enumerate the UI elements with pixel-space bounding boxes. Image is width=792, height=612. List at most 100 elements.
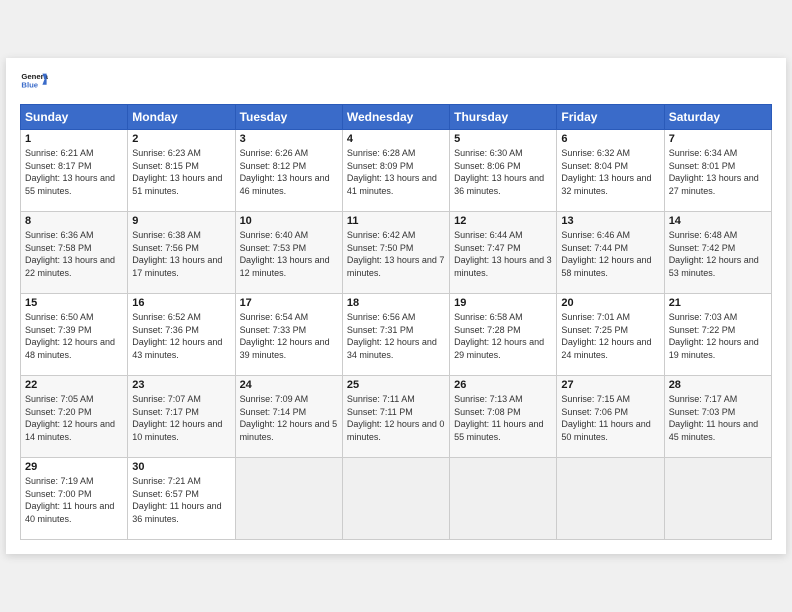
day-number: 29 <box>25 461 123 473</box>
day-cell <box>235 458 342 540</box>
day-number: 26 <box>454 379 552 391</box>
day-number: 23 <box>132 379 230 391</box>
day-number: 8 <box>25 215 123 227</box>
day-cell: 29 Sunrise: 7:19 AMSunset: 7:00 PMDaylig… <box>21 458 128 540</box>
day-number: 25 <box>347 379 445 391</box>
weekday-header-wednesday: Wednesday <box>342 105 449 130</box>
day-info: Sunrise: 7:07 AMSunset: 7:17 PMDaylight:… <box>132 394 222 442</box>
day-info: Sunrise: 6:46 AMSunset: 7:44 PMDaylight:… <box>561 230 651 278</box>
day-number: 2 <box>132 133 230 145</box>
day-number: 27 <box>561 379 659 391</box>
day-cell: 23 Sunrise: 7:07 AMSunset: 7:17 PMDaylig… <box>128 376 235 458</box>
day-cell: 10 Sunrise: 6:40 AMSunset: 7:53 PMDaylig… <box>235 212 342 294</box>
day-info: Sunrise: 6:23 AMSunset: 8:15 PMDaylight:… <box>132 148 222 196</box>
day-cell: 30 Sunrise: 7:21 AMSunset: 6:57 PMDaylig… <box>128 458 235 540</box>
day-cell: 12 Sunrise: 6:44 AMSunset: 7:47 PMDaylig… <box>450 212 557 294</box>
day-info: Sunrise: 6:54 AMSunset: 7:33 PMDaylight:… <box>240 312 330 360</box>
day-info: Sunrise: 7:01 AMSunset: 7:25 PMDaylight:… <box>561 312 651 360</box>
day-cell: 14 Sunrise: 6:48 AMSunset: 7:42 PMDaylig… <box>664 212 771 294</box>
day-info: Sunrise: 7:09 AMSunset: 7:14 PMDaylight:… <box>240 394 338 442</box>
day-info: Sunrise: 7:17 AMSunset: 7:03 PMDaylight:… <box>669 394 758 442</box>
day-number: 5 <box>454 133 552 145</box>
calendar-container: General Blue SundayMondayTuesdayWednesda… <box>6 58 786 554</box>
day-cell: 9 Sunrise: 6:38 AMSunset: 7:56 PMDayligh… <box>128 212 235 294</box>
day-info: Sunrise: 6:44 AMSunset: 7:47 PMDaylight:… <box>454 230 552 278</box>
day-info: Sunrise: 6:50 AMSunset: 7:39 PMDaylight:… <box>25 312 115 360</box>
day-info: Sunrise: 7:05 AMSunset: 7:20 PMDaylight:… <box>25 394 115 442</box>
week-row-2: 8 Sunrise: 6:36 AMSunset: 7:58 PMDayligh… <box>21 212 772 294</box>
day-number: 7 <box>669 133 767 145</box>
day-cell: 5 Sunrise: 6:30 AMSunset: 8:06 PMDayligh… <box>450 130 557 212</box>
day-info: Sunrise: 7:15 AMSunset: 7:06 PMDaylight:… <box>561 394 650 442</box>
logo: General Blue <box>20 68 48 96</box>
day-number: 17 <box>240 297 338 309</box>
day-number: 13 <box>561 215 659 227</box>
day-number: 10 <box>240 215 338 227</box>
day-cell: 25 Sunrise: 7:11 AMSunset: 7:11 PMDaylig… <box>342 376 449 458</box>
week-row-4: 22 Sunrise: 7:05 AMSunset: 7:20 PMDaylig… <box>21 376 772 458</box>
day-cell: 3 Sunrise: 6:26 AMSunset: 8:12 PMDayligh… <box>235 130 342 212</box>
day-cell: 27 Sunrise: 7:15 AMSunset: 7:06 PMDaylig… <box>557 376 664 458</box>
day-info: Sunrise: 7:19 AMSunset: 7:00 PMDaylight:… <box>25 476 114 524</box>
day-cell <box>557 458 664 540</box>
day-number: 15 <box>25 297 123 309</box>
day-number: 21 <box>669 297 767 309</box>
day-number: 4 <box>347 133 445 145</box>
week-row-1: 1 Sunrise: 6:21 AMSunset: 8:17 PMDayligh… <box>21 130 772 212</box>
weekday-header-sunday: Sunday <box>21 105 128 130</box>
week-row-3: 15 Sunrise: 6:50 AMSunset: 7:39 PMDaylig… <box>21 294 772 376</box>
day-number: 18 <box>347 297 445 309</box>
day-cell: 7 Sunrise: 6:34 AMSunset: 8:01 PMDayligh… <box>664 130 771 212</box>
week-row-5: 29 Sunrise: 7:19 AMSunset: 7:00 PMDaylig… <box>21 458 772 540</box>
day-cell: 22 Sunrise: 7:05 AMSunset: 7:20 PMDaylig… <box>21 376 128 458</box>
day-number: 20 <box>561 297 659 309</box>
day-info: Sunrise: 6:56 AMSunset: 7:31 PMDaylight:… <box>347 312 437 360</box>
day-info: Sunrise: 6:48 AMSunset: 7:42 PMDaylight:… <box>669 230 759 278</box>
day-cell: 6 Sunrise: 6:32 AMSunset: 8:04 PMDayligh… <box>557 130 664 212</box>
day-cell: 24 Sunrise: 7:09 AMSunset: 7:14 PMDaylig… <box>235 376 342 458</box>
weekday-header-thursday: Thursday <box>450 105 557 130</box>
header-row: General Blue <box>20 68 772 96</box>
day-cell: 2 Sunrise: 6:23 AMSunset: 8:15 PMDayligh… <box>128 130 235 212</box>
day-info: Sunrise: 7:03 AMSunset: 7:22 PMDaylight:… <box>669 312 759 360</box>
day-number: 24 <box>240 379 338 391</box>
day-cell <box>450 458 557 540</box>
weekday-header-tuesday: Tuesday <box>235 105 342 130</box>
day-cell: 4 Sunrise: 6:28 AMSunset: 8:09 PMDayligh… <box>342 130 449 212</box>
day-info: Sunrise: 6:32 AMSunset: 8:04 PMDaylight:… <box>561 148 651 196</box>
day-number: 28 <box>669 379 767 391</box>
day-info: Sunrise: 6:28 AMSunset: 8:09 PMDaylight:… <box>347 148 437 196</box>
day-info: Sunrise: 7:21 AMSunset: 6:57 PMDaylight:… <box>132 476 221 524</box>
day-info: Sunrise: 6:36 AMSunset: 7:58 PMDaylight:… <box>25 230 115 278</box>
day-cell: 16 Sunrise: 6:52 AMSunset: 7:36 PMDaylig… <box>128 294 235 376</box>
day-cell: 1 Sunrise: 6:21 AMSunset: 8:17 PMDayligh… <box>21 130 128 212</box>
day-number: 22 <box>25 379 123 391</box>
weekday-header-friday: Friday <box>557 105 664 130</box>
weekday-header-monday: Monday <box>128 105 235 130</box>
day-number: 12 <box>454 215 552 227</box>
calendar-table: SundayMondayTuesdayWednesdayThursdayFrid… <box>20 104 772 540</box>
day-info: Sunrise: 7:11 AMSunset: 7:11 PMDaylight:… <box>347 394 445 442</box>
day-cell: 26 Sunrise: 7:13 AMSunset: 7:08 PMDaylig… <box>450 376 557 458</box>
day-cell: 11 Sunrise: 6:42 AMSunset: 7:50 PMDaylig… <box>342 212 449 294</box>
day-number: 30 <box>132 461 230 473</box>
day-cell: 28 Sunrise: 7:17 AMSunset: 7:03 PMDaylig… <box>664 376 771 458</box>
day-cell: 13 Sunrise: 6:46 AMSunset: 7:44 PMDaylig… <box>557 212 664 294</box>
day-number: 11 <box>347 215 445 227</box>
day-number: 14 <box>669 215 767 227</box>
day-info: Sunrise: 7:13 AMSunset: 7:08 PMDaylight:… <box>454 394 543 442</box>
day-info: Sunrise: 6:26 AMSunset: 8:12 PMDaylight:… <box>240 148 330 196</box>
day-number: 9 <box>132 215 230 227</box>
day-info: Sunrise: 6:30 AMSunset: 8:06 PMDaylight:… <box>454 148 544 196</box>
weekday-header-saturday: Saturday <box>664 105 771 130</box>
day-info: Sunrise: 6:40 AMSunset: 7:53 PMDaylight:… <box>240 230 330 278</box>
day-info: Sunrise: 6:34 AMSunset: 8:01 PMDaylight:… <box>669 148 759 196</box>
day-cell: 19 Sunrise: 6:58 AMSunset: 7:28 PMDaylig… <box>450 294 557 376</box>
day-number: 6 <box>561 133 659 145</box>
logo-icon: General Blue <box>20 68 48 96</box>
day-number: 19 <box>454 297 552 309</box>
day-cell: 20 Sunrise: 7:01 AMSunset: 7:25 PMDaylig… <box>557 294 664 376</box>
day-cell: 15 Sunrise: 6:50 AMSunset: 7:39 PMDaylig… <box>21 294 128 376</box>
day-cell: 8 Sunrise: 6:36 AMSunset: 7:58 PMDayligh… <box>21 212 128 294</box>
day-cell <box>664 458 771 540</box>
